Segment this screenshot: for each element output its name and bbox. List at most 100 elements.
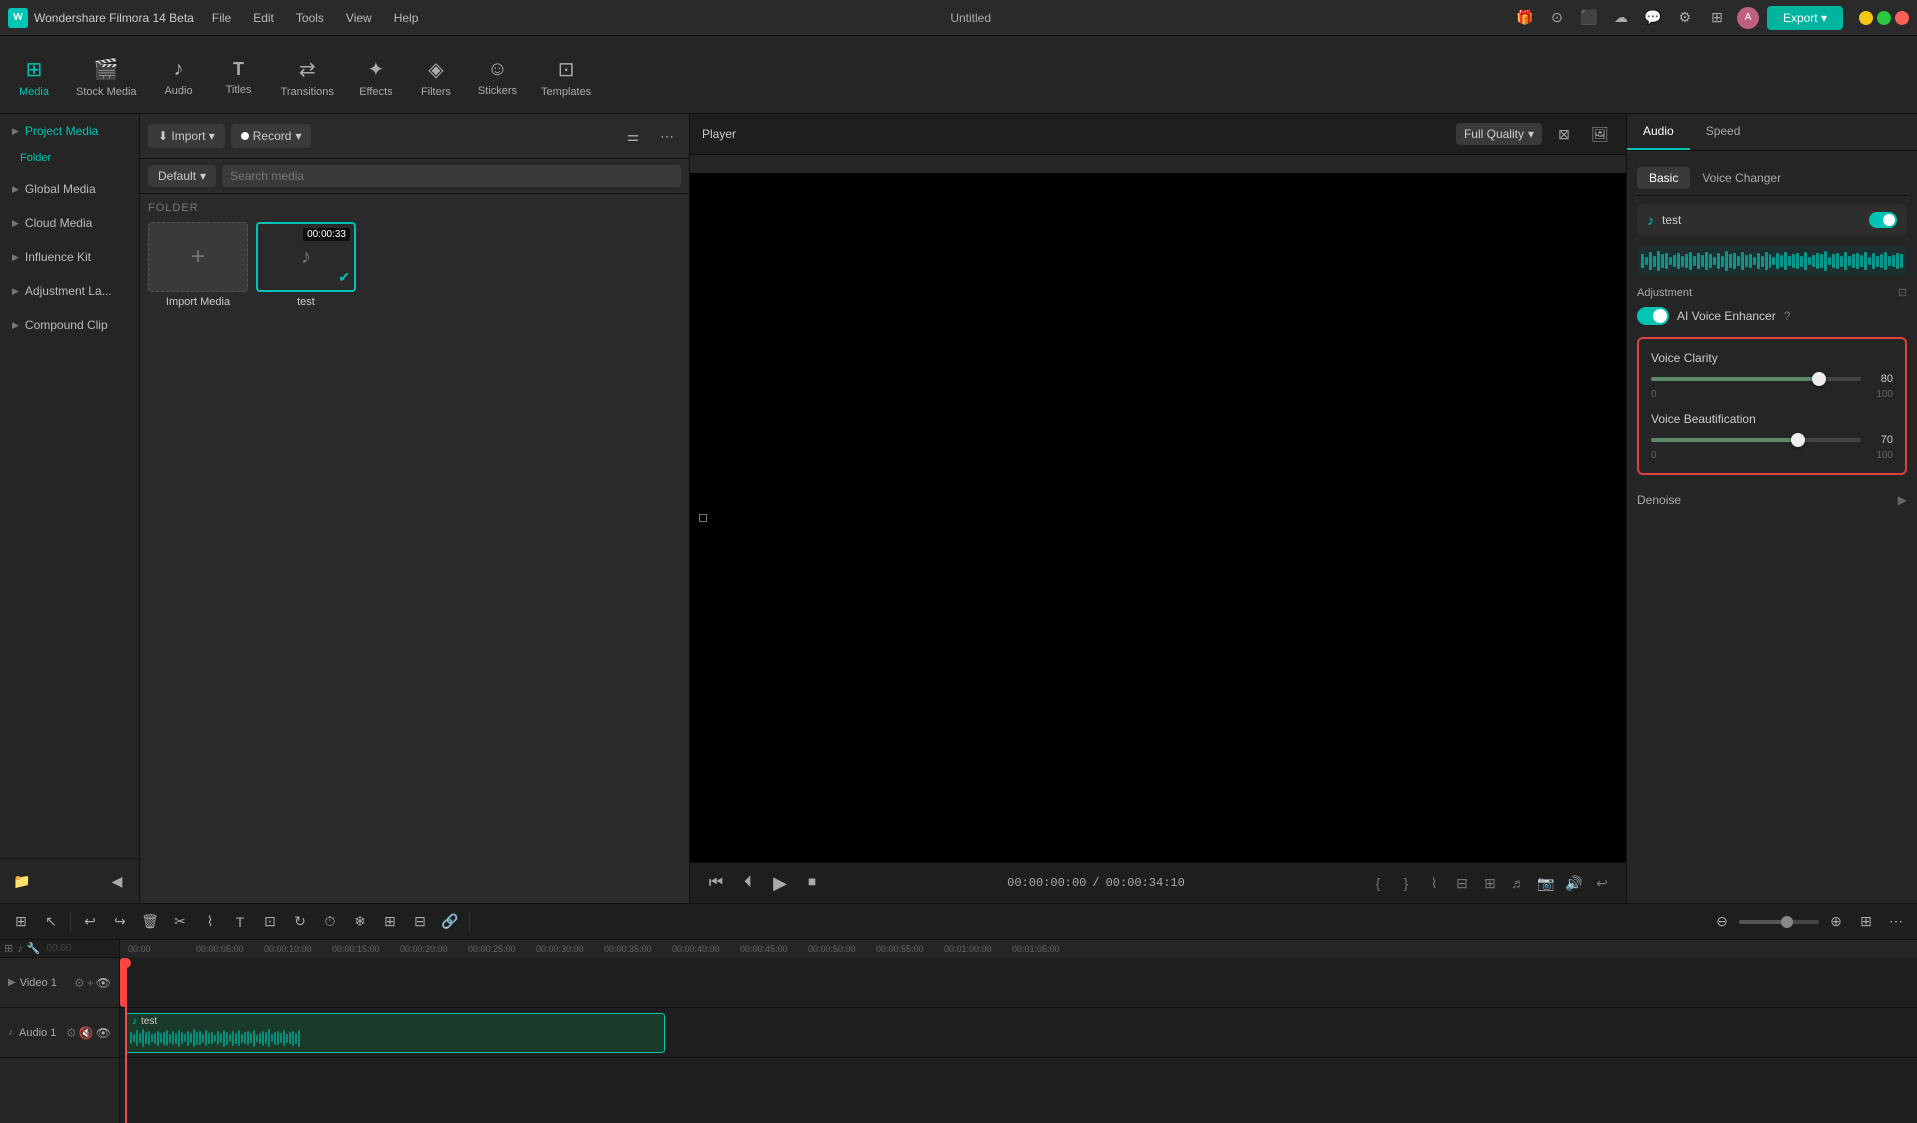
grid-icon[interactable]: ⊞ <box>1705 6 1729 30</box>
tl-add-track-icon[interactable]: ⊞ <box>4 942 13 955</box>
tab-speed[interactable]: Speed <box>1690 114 1757 150</box>
audio-button[interactable]: 🔊 <box>1562 871 1586 895</box>
step-back-button[interactable]: ⏴ <box>734 869 762 897</box>
export-history-icon[interactable]: ⬛ <box>1577 6 1601 30</box>
toolbar-audio[interactable]: ♪ Audio <box>149 41 209 113</box>
zoom-out-button[interactable]: ⊞ <box>1478 871 1502 895</box>
toolbar-effects[interactable]: ✦ Effects <box>346 41 406 113</box>
toolbar-transitions[interactable]: ⇄ Transitions <box>269 41 346 113</box>
menu-view[interactable]: View <box>336 7 382 29</box>
voice-beautification-thumb[interactable] <box>1791 433 1805 447</box>
playhead-handle[interactable] <box>121 958 131 968</box>
ai-help-icon[interactable]: ? <box>1784 309 1791 323</box>
video-settings-icon[interactable]: ⚙ <box>74 976 85 990</box>
export-button[interactable]: Export ▾ <box>1767 6 1843 30</box>
gift-icon[interactable]: 🎁 <box>1513 6 1537 30</box>
tl-ungroup-btn[interactable]: ⊟ <box>407 909 433 935</box>
voice-clarity-slider[interactable] <box>1651 377 1861 381</box>
avatar[interactable]: A <box>1737 7 1759 29</box>
tl-layout-btn[interactable]: ⊞ <box>1853 909 1879 935</box>
adjustment-expand-icon[interactable]: ⊡ <box>1898 286 1907 299</box>
tl-zoom-in-btn[interactable]: ⊕ <box>1823 909 1849 935</box>
tl-select-btn[interactable]: ↖ <box>38 909 64 935</box>
nav-project-media[interactable]: ▶ Project Media <box>0 114 139 148</box>
video-visibility-icon[interactable]: 👁 <box>96 976 111 990</box>
camera-button[interactable]: 📷 <box>1534 871 1558 895</box>
menu-help[interactable]: Help <box>384 7 429 29</box>
snapshot-icon[interactable]: 🖼 <box>1586 120 1614 148</box>
ai-voice-toggle[interactable] <box>1637 307 1669 325</box>
settings-icon[interactable]: ⚙ <box>1673 6 1697 30</box>
close-button[interactable] <box>1895 11 1909 25</box>
bracket-left-button[interactable]: { <box>1366 871 1390 895</box>
voice-beautification-slider[interactable] <box>1651 438 1861 442</box>
nav-cloud-media[interactable]: ▶ Cloud Media <box>0 206 139 240</box>
tl-magnet-icon[interactable]: 🔧 <box>27 942 41 955</box>
tl-group-btn[interactable]: ⊞ <box>377 909 403 935</box>
tl-zoom-out-btn[interactable]: ⊖ <box>1709 909 1735 935</box>
nav-influence-kit[interactable]: ▶ Influence Kit <box>0 240 139 274</box>
collapse-panel-icon[interactable]: ◀ <box>103 867 131 895</box>
skip-back-button[interactable]: ⏮ <box>702 869 730 897</box>
track-toggle[interactable] <box>1869 212 1897 228</box>
cloud-save-icon[interactable]: ☁ <box>1609 6 1633 30</box>
menu-edit[interactable]: Edit <box>243 7 284 29</box>
tl-audio-icon[interactable]: ♪ <box>17 943 23 955</box>
tl-undo-btn[interactable]: ↩ <box>77 909 103 935</box>
bracket-right-button[interactable]: } <box>1394 871 1418 895</box>
sub-tab-basic[interactable]: Basic <box>1637 167 1690 189</box>
stop-button[interactable]: ⏹ <box>798 869 826 897</box>
tl-loop-btn[interactable]: ↻ <box>287 909 313 935</box>
voice-clarity-thumb[interactable] <box>1812 372 1826 386</box>
toolbar-templates[interactable]: ⊡ Templates <box>529 41 603 113</box>
tl-link-btn[interactable]: 🔗 <box>437 909 463 935</box>
minimize-button[interactable] <box>1859 11 1873 25</box>
tl-cut-btn[interactable]: ✂ <box>167 909 193 935</box>
tl-redo-btn[interactable]: ↪ <box>107 909 133 935</box>
video-add-icon[interactable]: + <box>87 976 94 990</box>
zoom-thumb[interactable] <box>1781 916 1793 928</box>
sub-tab-voice-changer[interactable]: Voice Changer <box>1690 167 1793 189</box>
maximize-button[interactable] <box>1877 11 1891 25</box>
new-folder-icon[interactable]: 📁 <box>8 867 36 895</box>
nav-folder[interactable]: Folder <box>0 148 139 172</box>
record-button[interactable]: Record ▾ <box>231 124 312 148</box>
filter-icon[interactable]: ⚌ <box>619 122 647 150</box>
menu-file[interactable]: File <box>202 7 241 29</box>
tl-text-btn[interactable]: T <box>227 909 253 935</box>
feedback-icon[interactable]: 💬 <box>1641 6 1665 30</box>
zoom-slider[interactable] <box>1739 920 1819 924</box>
nav-global-media[interactable]: ▶ Global Media <box>0 172 139 206</box>
tl-freeze-btn[interactable]: ❄ <box>347 909 373 935</box>
side-ctrl-1[interactable]: ◻ <box>698 510 714 526</box>
denoise-section[interactable]: Denoise ▶ <box>1637 485 1907 515</box>
tl-split-btn[interactable]: ⌇ <box>197 909 223 935</box>
search-input[interactable] <box>222 165 681 187</box>
tab-audio[interactable]: Audio <box>1627 114 1690 150</box>
toolbar-stock-media[interactable]: 🎬 Stock Media <box>64 41 149 113</box>
nav-adjustment-layer[interactable]: ▶ Adjustment La... <box>0 274 139 308</box>
toolbar-titles[interactable]: T Titles <box>209 41 269 113</box>
cut-to-playhead-button[interactable]: ⌇ <box>1422 871 1446 895</box>
reverse-button[interactable]: ↩ <box>1590 871 1614 895</box>
split-view-icon[interactable]: ⊠ <box>1550 120 1578 148</box>
list-item[interactable]: 00:00:33 ♪ ✔ test <box>256 222 356 308</box>
nav-compound-clip[interactable]: ▶ Compound Clip <box>0 308 139 342</box>
import-button[interactable]: ⬇ Import ▾ <box>148 124 225 148</box>
toolbar-media[interactable]: ⊞ Media <box>4 41 64 113</box>
toolbar-filters[interactable]: ◈ Filters <box>406 41 466 113</box>
toolbar-stickers[interactable]: ☺ Stickers <box>466 41 529 113</box>
default-filter-button[interactable]: Default ▾ <box>148 165 216 187</box>
audio-clip[interactable]: ♪ test <box>125 1013 665 1053</box>
audio-visibility-icon[interactable]: 👁 <box>96 1026 111 1040</box>
play-button[interactable]: ▶ <box>766 869 794 897</box>
tl-delete-btn[interactable]: 🗑 <box>137 909 163 935</box>
list-item[interactable]: + Import Media <box>148 222 248 308</box>
audio-settings-icon[interactable]: ⚙ <box>66 1026 77 1040</box>
tl-more-btn[interactable]: ⋯ <box>1883 909 1909 935</box>
tl-snap-btn[interactable]: ⊞ <box>8 909 34 935</box>
quality-select[interactable]: Full Quality ▾ <box>1456 123 1542 145</box>
circle-icon[interactable]: ⊙ <box>1545 6 1569 30</box>
zoom-in-button[interactable]: ⊟ <box>1450 871 1474 895</box>
playhead[interactable] <box>125 958 127 1123</box>
